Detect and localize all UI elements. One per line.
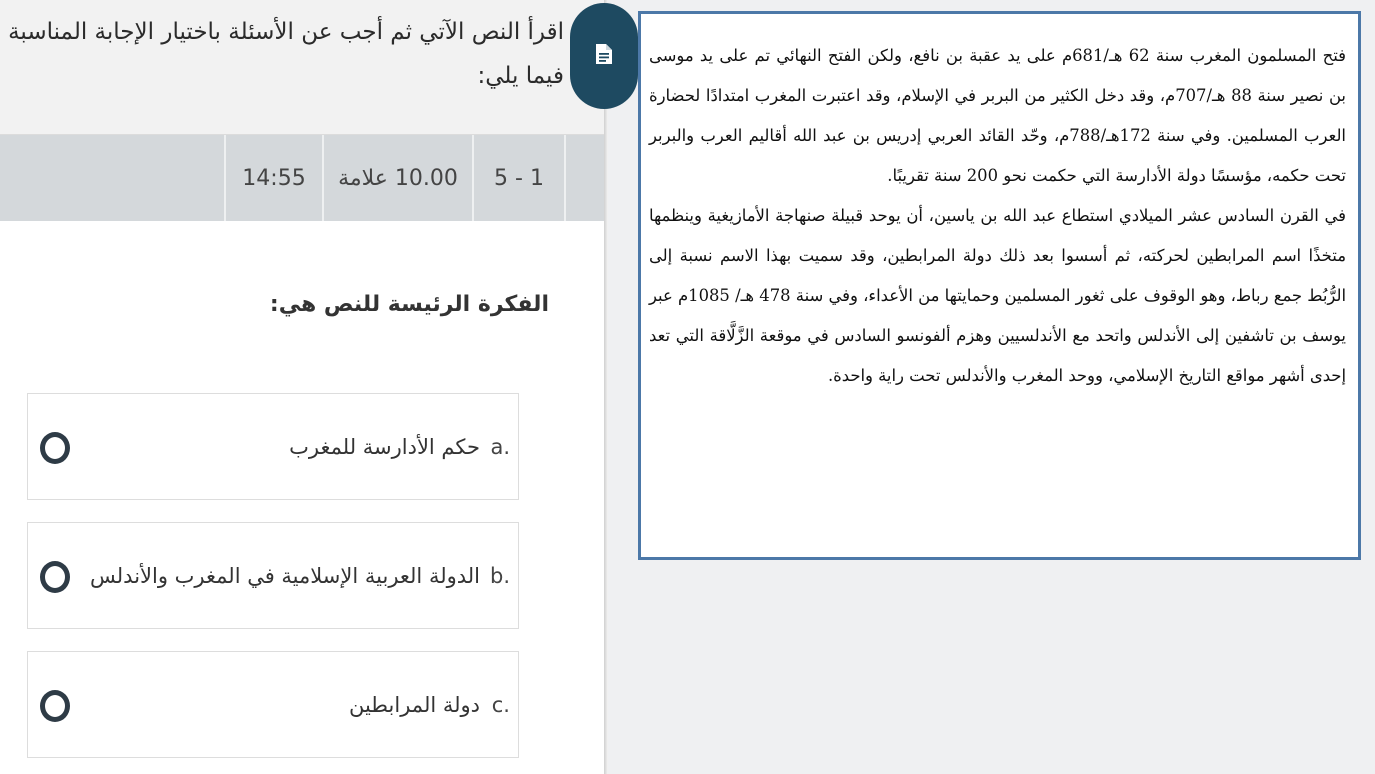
question-panel: اقرأ النص الآتي ثم أجب عن الأسئلة باختيا… [0, 0, 604, 774]
instruction-box: اقرأ النص الآتي ثم أجب عن الأسئلة باختيا… [0, 0, 604, 135]
passage-box: فتح المسلمون المغرب سنة 62 هـ/681م على ي… [638, 11, 1361, 560]
info-bar-spacer [564, 135, 606, 221]
question-marks: 10.00 علامة [322, 135, 472, 221]
document-button[interactable] [570, 3, 638, 109]
document-icon [595, 43, 613, 69]
question-number: 1 - 5 [472, 135, 564, 221]
question-info-bar: 14:55 10.00 علامة 1 - 5 [0, 135, 604, 221]
passage-paragraph: فتح المسلمون المغرب سنة 62 هـ/681م على ي… [649, 46, 1346, 185]
passage-panel: فتح المسلمون المغرب سنة 62 هـ/681م على ي… [608, 0, 1375, 774]
option-text: حكم الأدارسة للمغرب [289, 434, 480, 459]
question-title: الفكرة الرئيسة للنص هي: [269, 292, 549, 317]
option-letter: b. [489, 563, 510, 588]
option-text: دولة المرابطين [348, 692, 480, 717]
option-letter: c. [491, 692, 510, 717]
instruction-text: اقرأ النص الآتي ثم أجب عن الأسئلة باختيا… [8, 19, 564, 89]
timer: 14:55 [224, 135, 322, 221]
answer-option-b[interactable]: b. الدولة العربية الإسلامية في المغرب وا… [27, 522, 519, 629]
option-letter: a. [490, 434, 510, 459]
passage-paragraph: في القرن السادس عشر الميلادي استطاع عبد … [649, 206, 1346, 385]
option-text: الدولة العربية الإسلامية في المغرب والأن… [90, 563, 480, 588]
radio-button-icon[interactable] [40, 560, 70, 593]
radio-button-icon[interactable] [40, 689, 70, 722]
answer-option-c[interactable]: c. دولة المرابطين [27, 651, 519, 758]
radio-button-icon[interactable] [40, 431, 70, 464]
answer-option-a[interactable]: a. حكم الأدارسة للمغرب [27, 393, 519, 500]
